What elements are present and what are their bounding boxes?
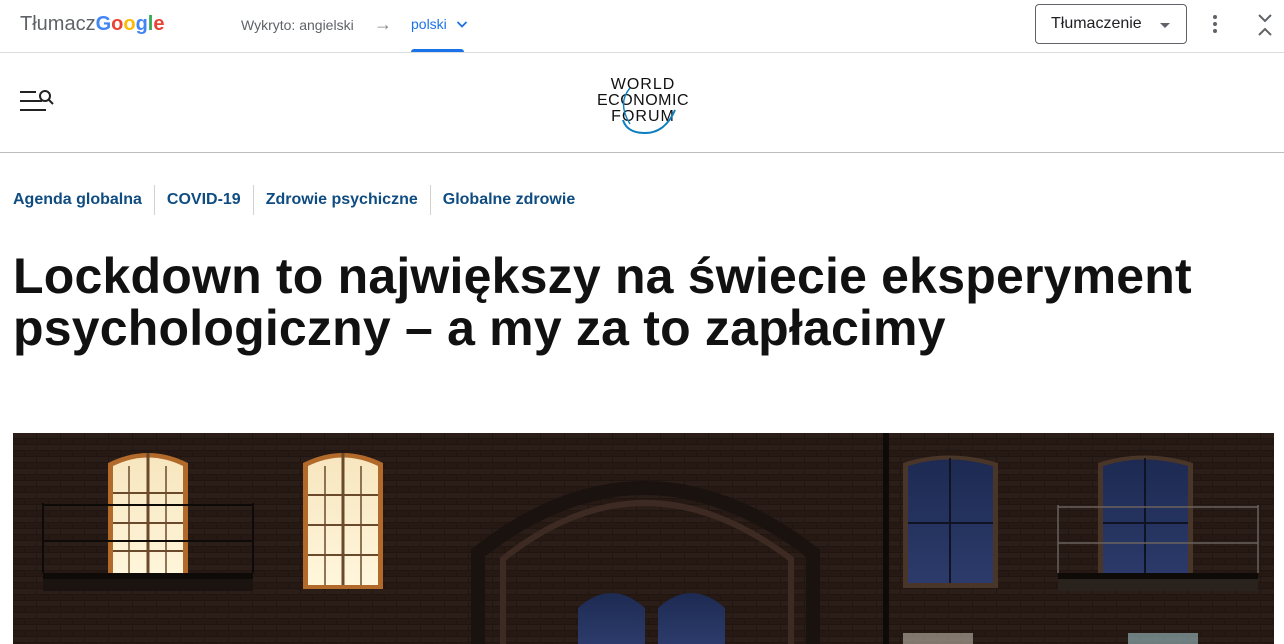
translation-mode-value: Tłumaczenie <box>1051 15 1142 32</box>
target-language-label: polski <box>411 16 447 32</box>
more-options-icon[interactable] <box>1206 12 1224 36</box>
collapse-icon[interactable] <box>1256 12 1274 38</box>
google-letter: o <box>123 13 136 35</box>
crumb-covid-19[interactable]: COVID-19 <box>153 185 253 215</box>
brand-prefix: Tłumacz <box>20 13 96 35</box>
google-letter: o <box>111 13 124 35</box>
menu-search-icon[interactable] <box>19 89 55 115</box>
crumb-agenda-globalna[interactable]: Agenda globalna <box>13 185 154 215</box>
article-title: Lockdown to największy na świecie eksper… <box>13 248 1192 356</box>
translation-mode-select[interactable]: Tłumaczenie <box>1035 4 1187 44</box>
active-tab-indicator <box>411 49 464 52</box>
hero-image <box>13 433 1274 644</box>
crumb-zdrowie-psychiczne[interactable]: Zdrowie psychiczne <box>252 185 430 215</box>
translate-toolbar: TłumaczGoogle Wykryto: angielski → polsk… <box>0 0 1284 53</box>
chevron-down-icon <box>456 21 467 28</box>
target-language-tab[interactable]: polski <box>411 0 469 53</box>
dropdown-caret-icon <box>1160 23 1170 28</box>
crumb-globalne-zdrowie[interactable]: Globalne zdrowie <box>429 185 587 215</box>
site-header: WORLD ECONOMIC FORUM <box>0 53 1284 153</box>
topic-breadcrumb: Agenda globalna COVID-19 Zdrowie psychic… <box>13 185 587 215</box>
detected-language-tab[interactable]: Wykryto: angielski <box>241 17 354 33</box>
translate-logo[interactable]: TłumaczGoogle <box>20 12 164 36</box>
logo-line-1: WORLD <box>611 76 676 93</box>
logo-line-2: ECONOMIC <box>597 92 689 109</box>
wef-logo[interactable]: WORLD ECONOMIC FORUM <box>585 68 703 138</box>
google-letter: e <box>153 13 165 35</box>
logo-line-3: FORUM <box>611 108 675 125</box>
google-letter: g <box>135 13 148 35</box>
arrow-right-icon: → <box>374 14 392 34</box>
building-facade-illustration <box>13 433 1274 644</box>
google-letter: G <box>95 13 112 35</box>
